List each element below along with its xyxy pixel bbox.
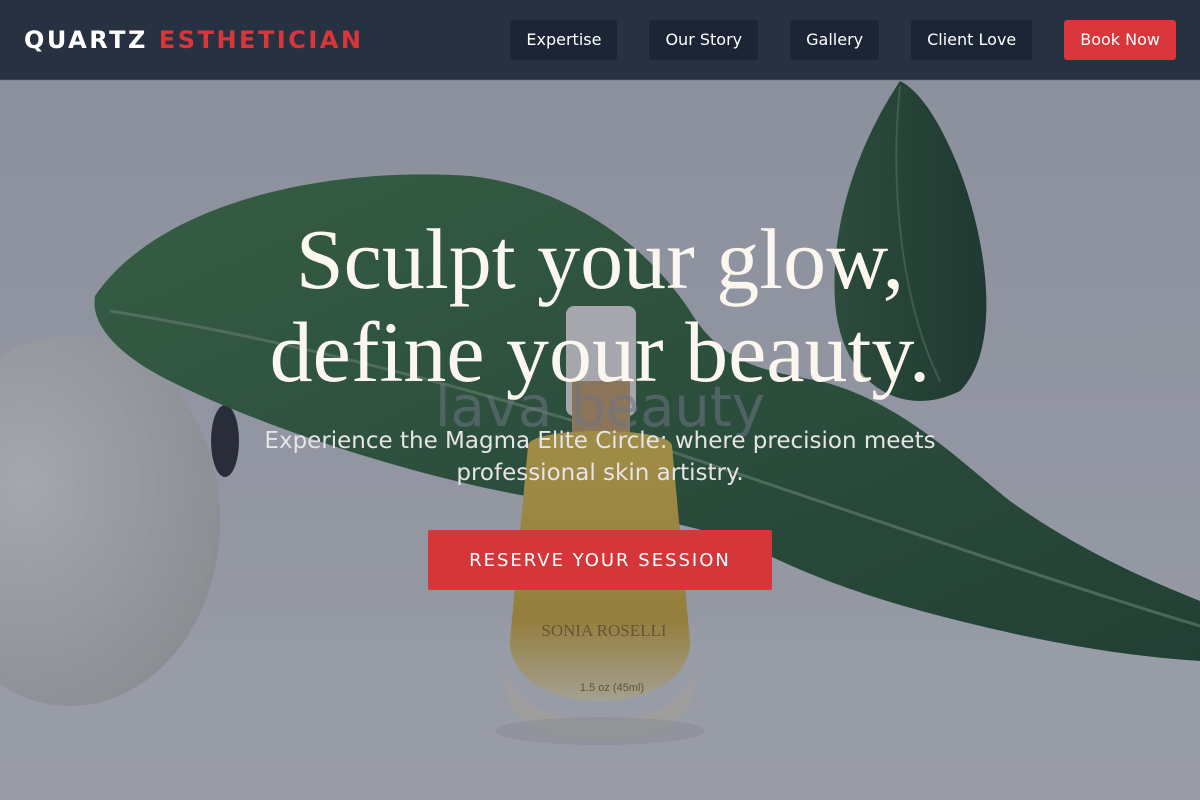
nav-gallery[interactable]: Gallery [790,19,880,60]
main-nav: Expertise Our Story Gallery Client Love … [510,19,1176,60]
logo-accent-text: ESTHETICIAN [158,25,364,54]
reserve-session-button[interactable]: RESERVE YOUR SESSION [428,530,772,590]
nav-our-story[interactable]: Our Story [649,19,759,60]
hero-subheading: Experience the Magma Elite Circle: where… [264,428,936,486]
hero-content: Sculpt your glow, define your beauty. Ex… [0,81,1200,800]
book-now-button[interactable]: Book Now [1064,19,1176,60]
brand-logo[interactable]: QUARTZ ESTHETICIAN [24,26,363,54]
hero-headline-line-2: define your beauty. [269,304,931,400]
hero-section: SONIA ROSELLI 1.5 oz (45ml) lava beauty … [0,81,1200,800]
nav-client-love[interactable]: Client Love [911,19,1033,60]
nav-expertise[interactable]: Expertise [510,19,618,60]
hero-headline-line-1: Sculpt your glow, [295,211,905,307]
hero-headline: Sculpt your glow, define your beauty. [100,213,1100,399]
site-header: QUARTZ ESTHETICIAN Expertise Our Story G… [0,0,1200,80]
logo-primary-text: QUARTZ [24,25,148,54]
